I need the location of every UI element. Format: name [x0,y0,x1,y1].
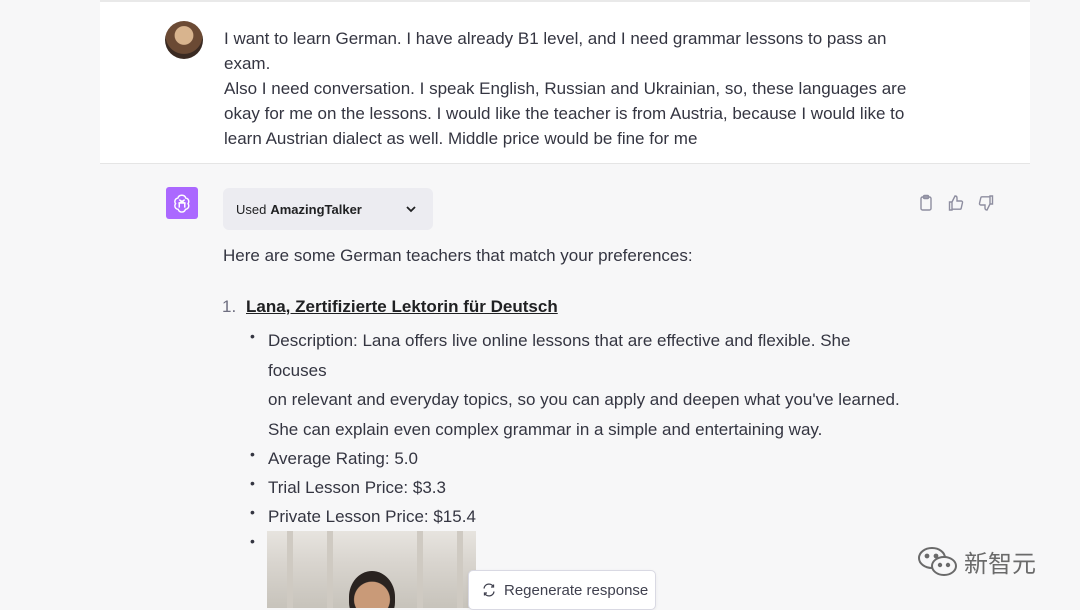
rating-item: Average Rating: 5.0 [250,440,900,473]
regenerate-button[interactable]: Regenerate response [468,570,656,610]
user-message-line: Also I need conversation. I speak Englis… [224,79,907,98]
description-line: on relevant and everyday topics, so you … [268,390,900,409]
left-margin [0,0,100,608]
list-number: 1. [222,297,237,316]
user-message-line: I want to learn German. I have already B… [224,29,887,73]
plugin-used-label: Used [236,201,267,217]
private-price-item: Private Lesson Price: $15.4 [250,498,900,531]
description-line: Description: Lana offers live online les… [268,331,851,380]
right-margin [1030,0,1080,608]
chatgpt-logo-icon [166,187,198,219]
plugin-used-dropdown[interactable]: Used AmazingTalker [223,188,433,230]
teacher-name-link[interactable]: Lana, Zertifizierte Lektorin für Deutsch [246,297,558,317]
message-actions [917,194,995,212]
teacher-details: Description: Lana offers live online les… [250,322,900,560]
user-message-line: okay for me on the lessons. I would like… [224,104,905,123]
user-avatar [165,21,203,59]
description-item: Description: Lana offers live online les… [250,322,900,444]
thumbs-down-icon[interactable] [977,194,995,212]
clipboard-icon[interactable] [917,194,935,212]
user-message-text: I want to learn German. I have already B… [224,26,924,151]
regenerate-label: Regenerate response [504,581,649,599]
chevron-down-icon [403,201,419,220]
plugin-name: AmazingTalker [270,201,362,217]
watermark-text: 新智元 [964,551,1036,578]
refresh-icon [482,583,496,597]
teacher-photo [267,531,476,608]
divider [100,0,1030,2]
watermark: 新智元 [916,544,1036,579]
thumbs-up-icon[interactable] [947,194,965,212]
trial-price-item: Trial Lesson Price: $3.3 [250,469,900,502]
user-message-line: learn Austrian dialect as well. Middle p… [224,129,698,148]
wechat-icon [916,545,960,579]
description-line: She can explain even complex grammar in … [268,419,823,439]
response-intro: Here are some German teachers that match… [223,246,693,265]
